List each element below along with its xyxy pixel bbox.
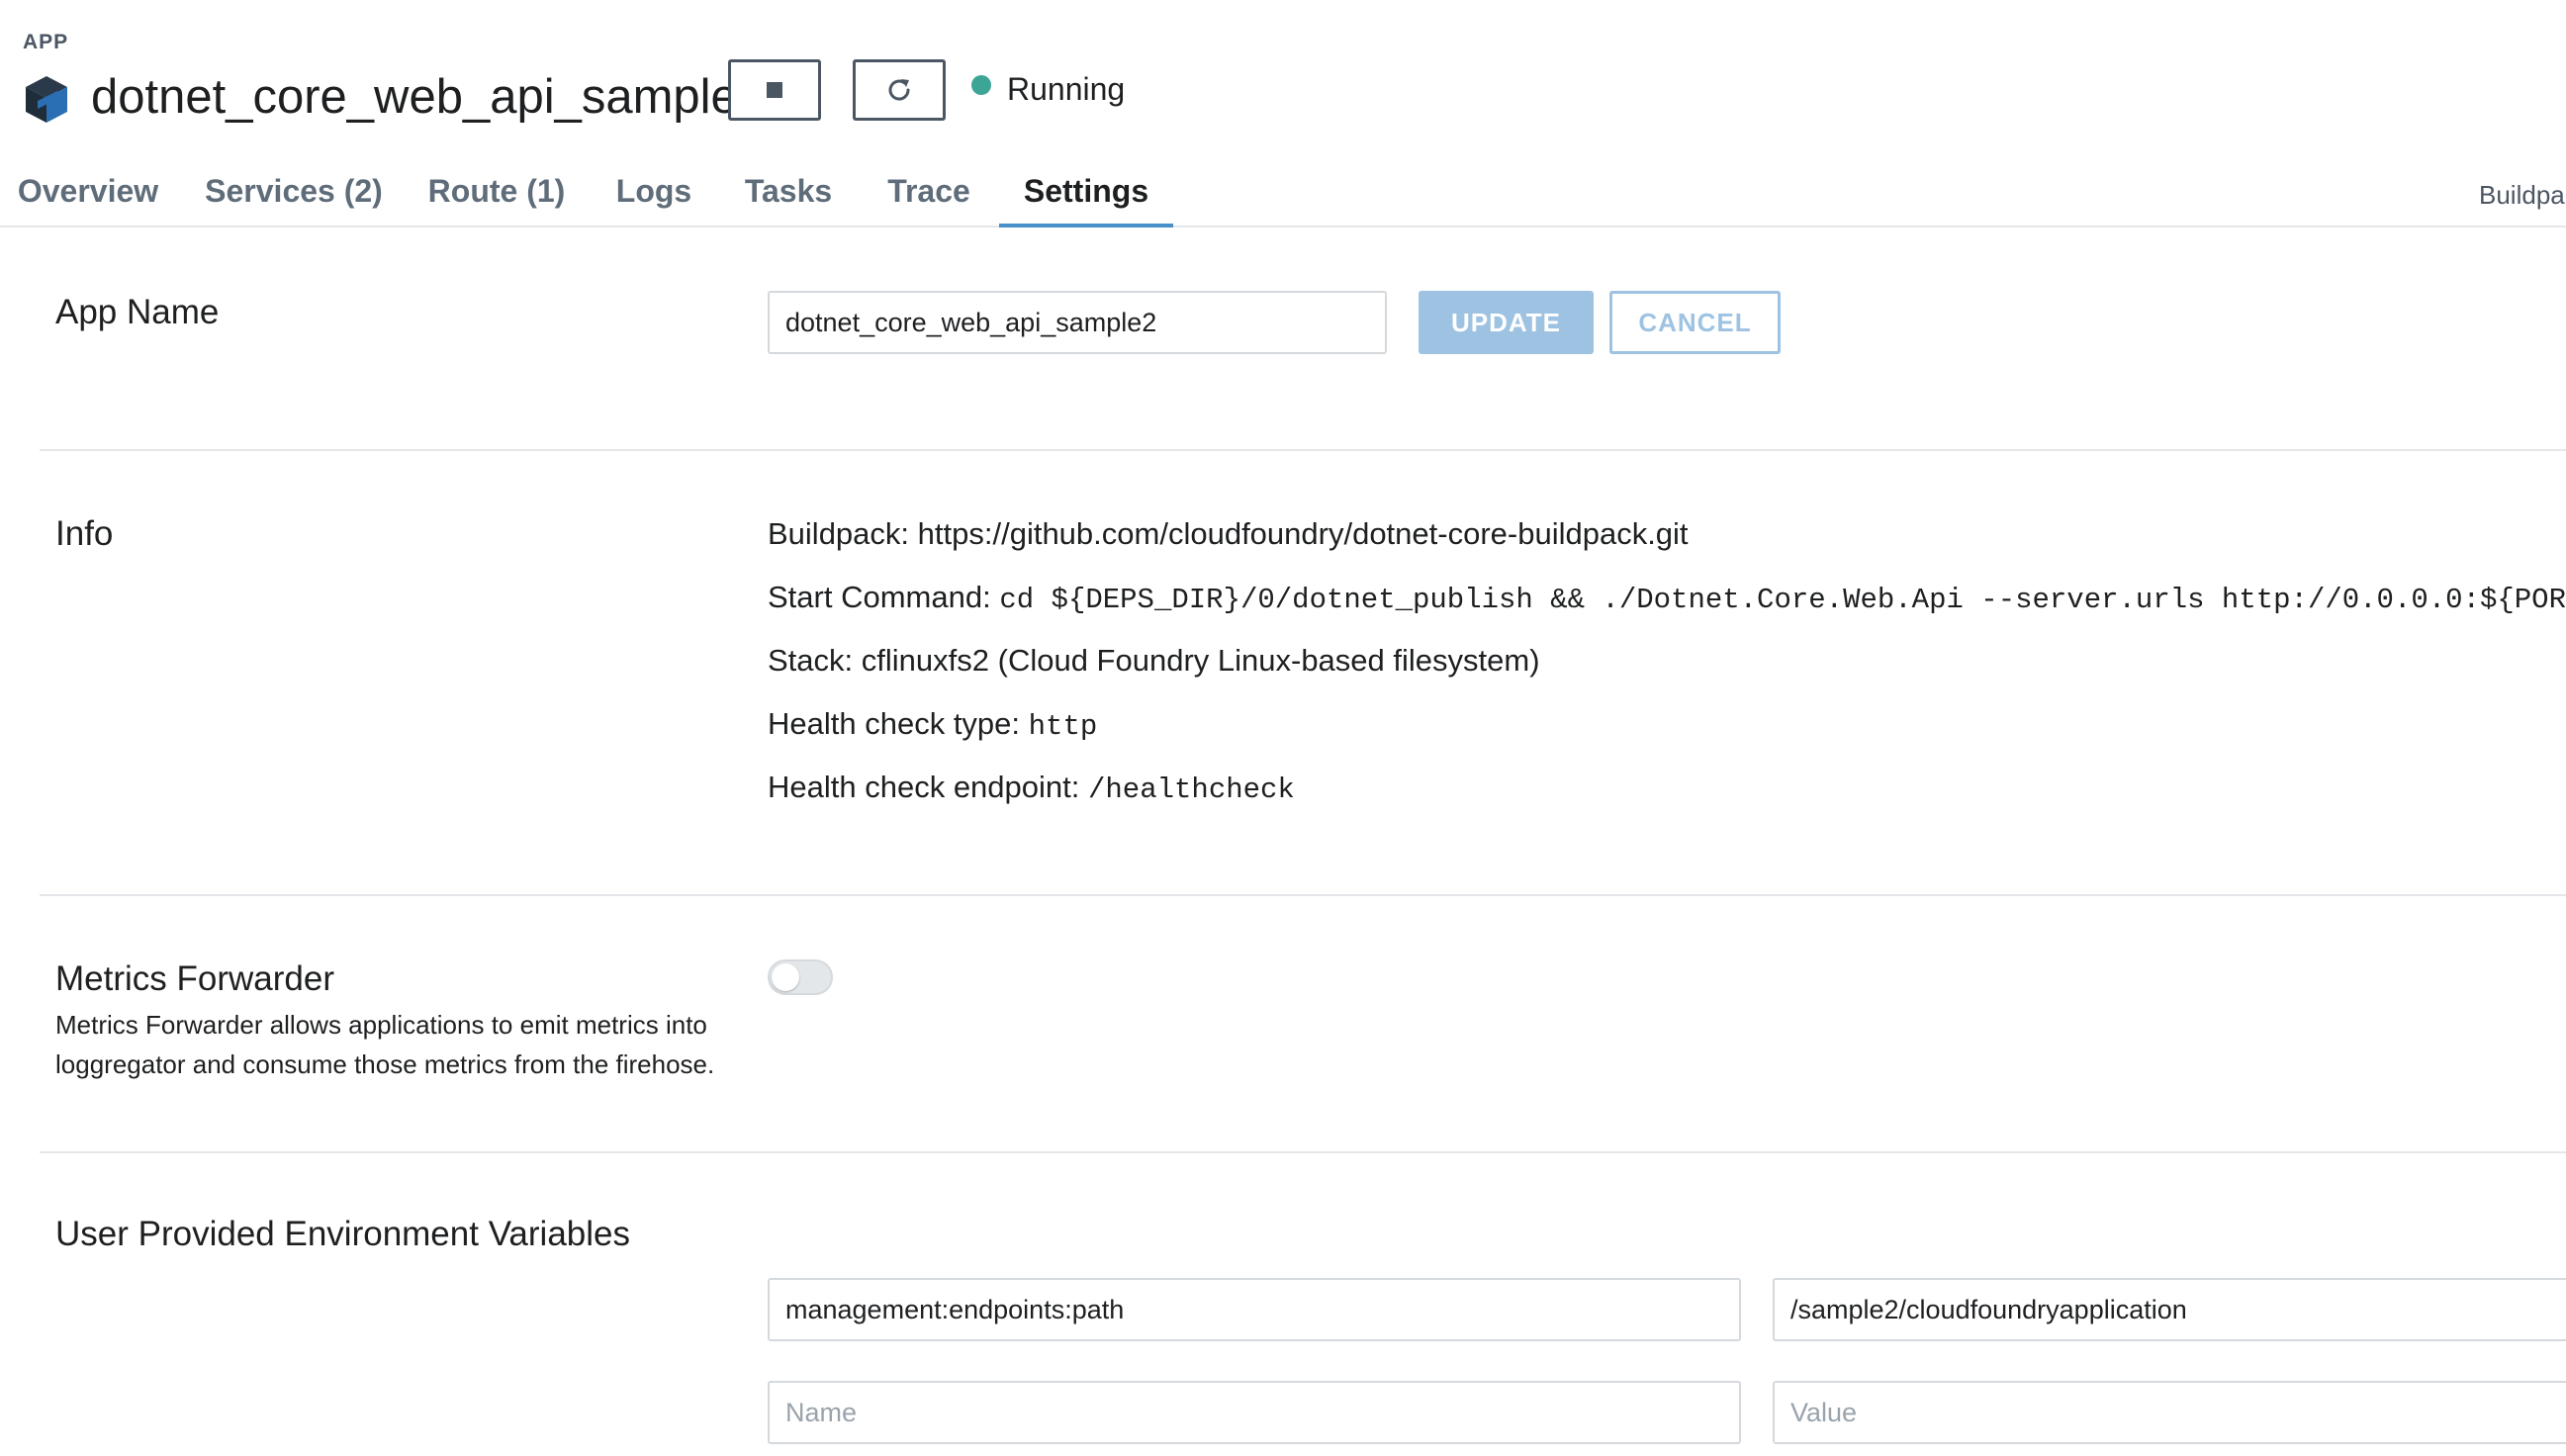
app-name-label: App Name [55, 293, 220, 331]
update-button[interactable]: UPDATE [1419, 291, 1594, 354]
tab-logs[interactable]: Logs [603, 162, 704, 228]
status-indicator: Running [971, 69, 1125, 109]
buildpack-value: https://github.com/cloudfoundry/dotnet-c… [917, 516, 1689, 551]
tab-settings[interactable]: Settings [999, 162, 1173, 228]
tab-overview[interactable]: Overview [0, 162, 176, 228]
restart-button[interactable] [853, 59, 946, 121]
tab-services[interactable]: Services (2) [190, 162, 398, 228]
health-check-type-info: Health check type: http [768, 706, 1097, 743]
stop-icon [767, 82, 782, 98]
info-label: Info [55, 514, 114, 553]
page-title: dotnet_core_web_api_sample2 [91, 70, 766, 124]
new-env-var-value-input[interactable] [1773, 1381, 2566, 1444]
start-command-value: cd ${DEPS_DIR}/0/dotnet_publish && ./Dot… [999, 584, 2566, 616]
health-check-endpoint-value: /healthcheck [1088, 774, 1295, 806]
metrics-forwarder-description: Metrics Forwarder allows applications to… [55, 1010, 715, 1079]
section-divider [40, 894, 2566, 896]
stack-value: cflinuxfs2 (Cloud Foundry Linux-based fi… [861, 643, 1540, 678]
start-command-info: Start Command: cd ${DEPS_DIR}/0/dotnet_p… [768, 580, 2566, 616]
health-check-endpoint-key: Health check endpoint: [768, 770, 1080, 804]
toggle-knob [772, 963, 799, 991]
buildpack-key: Buildpack: [768, 516, 910, 551]
tab-bar: Overview Services (2) Route (1) Logs Tas… [0, 162, 2566, 228]
app-settings-page: APP dotnet_core_web_api_sample2 Running … [0, 0, 2566, 1456]
stack-info: Stack: cflinuxfs2 (Cloud Foundry Linux-b… [768, 643, 1540, 679]
metrics-forwarder-toggle[interactable] [768, 959, 833, 995]
env-vars-label: User Provided Environment Variables [55, 1215, 631, 1253]
tab-trace[interactable]: Trace [872, 162, 985, 228]
buildpack-info: Buildpack: https://github.com/cloudfound… [768, 516, 1689, 552]
health-check-type-value: http [1028, 710, 1098, 743]
stop-button[interactable] [728, 59, 821, 121]
env-var-name-input[interactable] [768, 1278, 1741, 1341]
health-check-type-key: Health check type: [768, 706, 1021, 741]
new-env-var-name-input[interactable] [768, 1381, 1741, 1444]
section-divider [40, 1151, 2566, 1153]
status-dot-icon [971, 75, 991, 95]
section-divider [40, 449, 2566, 451]
breadcrumb[interactable]: APP [23, 31, 68, 54]
restart-icon [888, 79, 910, 101]
metrics-forwarder-label: Metrics Forwarder [55, 959, 334, 998]
tab-buildpack-label[interactable]: Buildpa [2479, 180, 2566, 211]
tab-route[interactable]: Route (1) [417, 162, 576, 228]
stack-key: Stack: [768, 643, 854, 678]
tab-tasks[interactable]: Tasks [732, 162, 845, 228]
start-command-key: Start Command: [768, 580, 991, 614]
cancel-button[interactable]: CANCEL [1609, 291, 1781, 354]
app-cube-icon [26, 76, 67, 123]
status-text: Running [1007, 70, 1126, 107]
env-var-value-input[interactable] [1773, 1278, 2566, 1341]
app-name-input[interactable] [768, 291, 1387, 354]
health-check-endpoint-info: Health check endpoint: /healthcheck [768, 770, 1295, 806]
